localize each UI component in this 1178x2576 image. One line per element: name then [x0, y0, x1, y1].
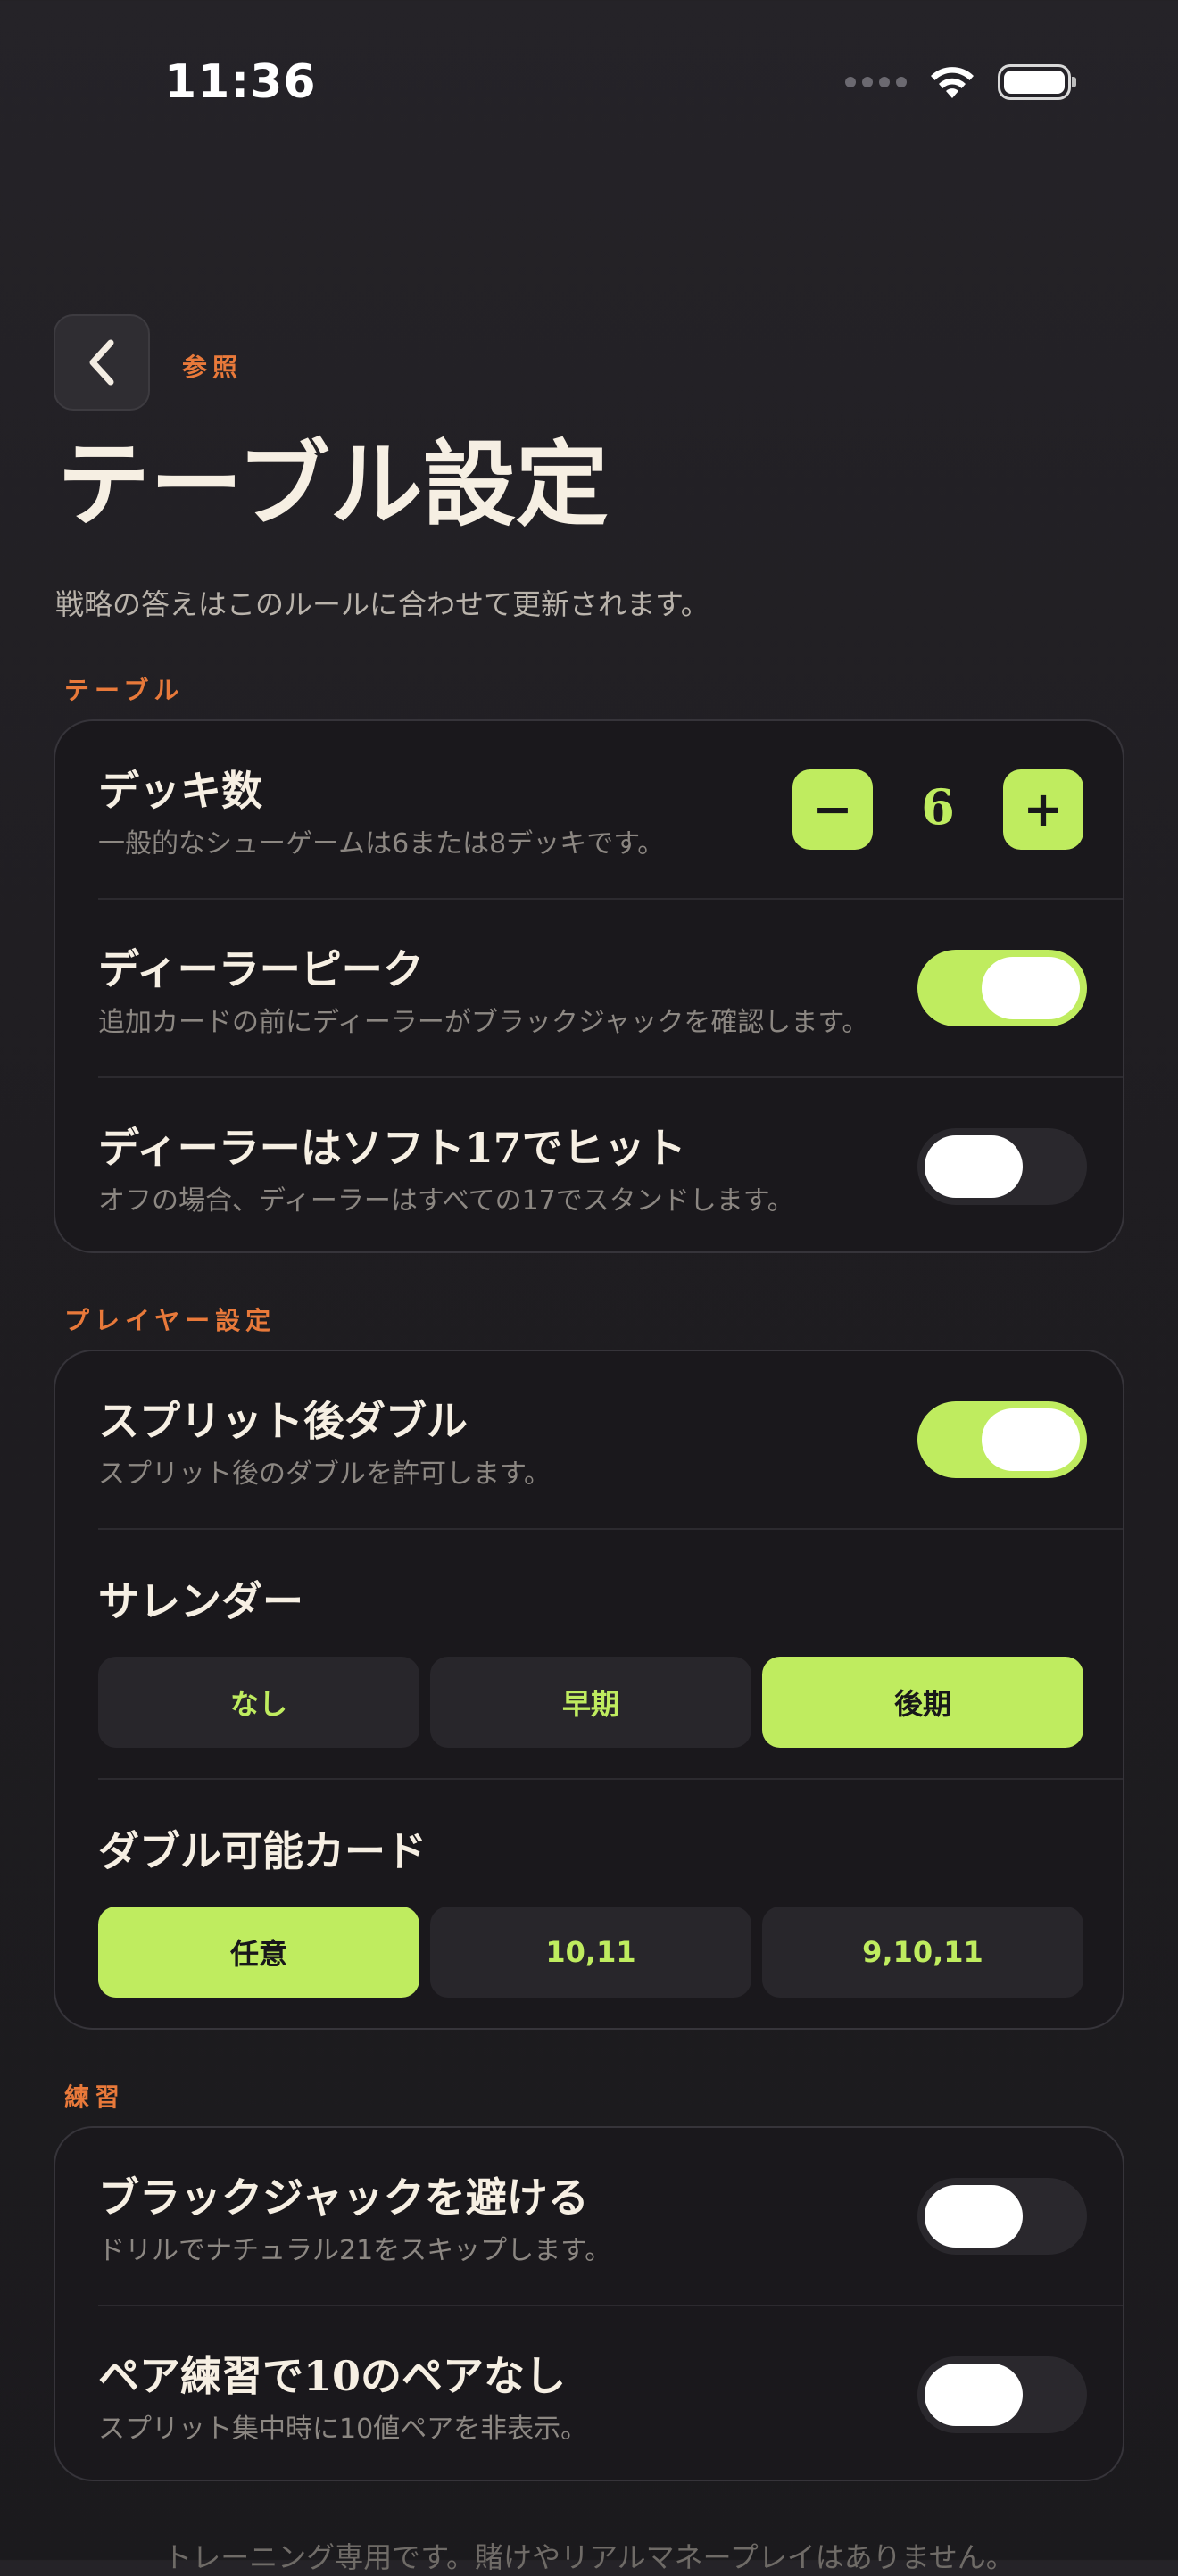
dealer-peek-title: ディーラーピーク: [98, 945, 424, 993]
surrender-option-early[interactable]: 早期: [430, 1657, 751, 1748]
back-label[interactable]: 参照: [182, 348, 243, 384]
footer-note: トレーニング専用です。賭けやリアルマネープレイはありません。: [163, 2540, 1015, 2574]
avoid-blackjack-description: ドリルでナチュラル21をスキップします。: [98, 2235, 612, 2266]
battery-icon: [998, 64, 1076, 100]
double-after-split-title: スプリット後ダブル: [98, 1397, 468, 1445]
avoid-blackjack-toggle[interactable]: [917, 2178, 1087, 2255]
double-cards-option-9-10-11[interactable]: 9,10,11: [762, 1907, 1083, 1998]
avoid-blackjack-title: ブラックジャックを避ける: [98, 2173, 589, 2222]
no-ten-pairs-row: ペア練習で10のペアなし スプリット集中時に10値ペアを非表示。: [55, 2306, 1123, 2483]
double-cards-title: ダブル可能カード: [98, 1827, 427, 1875]
surrender-option-late[interactable]: 後期: [762, 1657, 1083, 1748]
no-ten-pairs-title: ペア練習で10のペアなし: [98, 2352, 567, 2400]
page-subtitle: 戦略の答えはこのルールに合わせて更新されます。: [55, 587, 709, 621]
player-settings-card: スプリット後ダブル スプリット後のダブルを許可します。 サレンダー なし 早期 …: [54, 1350, 1124, 2030]
toggle-knob: [925, 2185, 1023, 2248]
dealer-peek-row: ディーラーピーク 追加カードの前にディーラーがブラックジャックを確認します。: [55, 900, 1123, 1076]
double-cards-option-any[interactable]: 任意: [98, 1907, 419, 1998]
page-title: テーブル設定: [57, 429, 609, 539]
status-time: 11:36: [164, 55, 317, 109]
double-after-split-toggle[interactable]: [917, 1401, 1087, 1478]
double-cards-option-10-11[interactable]: 10,11: [430, 1907, 751, 1998]
no-ten-pairs-toggle[interactable]: [917, 2356, 1087, 2433]
table-settings-card: デッキ数 一般的なシューゲームは6または8デッキです。 − 6 + ディーラーピ…: [54, 719, 1124, 1253]
surrender-option-none[interactable]: なし: [98, 1657, 419, 1748]
section-header-table: テーブル: [64, 676, 185, 705]
deck-count-title: デッキ数: [98, 767, 262, 815]
double-after-split-description: スプリット後のダブルを許可します。: [98, 1458, 551, 1490]
toggle-knob: [982, 957, 1080, 1019]
no-ten-pairs-description: スプリット集中時に10値ペアを非表示。: [98, 2414, 588, 2445]
toggle-knob: [925, 2364, 1023, 2426]
deck-count-row: デッキ数 一般的なシューゲームは6または8デッキです。 − 6 +: [55, 721, 1123, 898]
hit-soft-17-description: オフの場合、ディーラーはすべての17でスタンドします。: [98, 1185, 794, 1217]
cellular-signal-icon: [845, 77, 907, 87]
back-button[interactable]: [54, 314, 150, 411]
hit-soft-17-title: ディーラーはソフト17でヒット: [98, 1124, 686, 1172]
wifi-icon: [931, 67, 974, 98]
deck-count-description: 一般的なシューゲームは6または8デッキです。: [98, 828, 665, 860]
chevron-left-icon: [89, 339, 114, 386]
practice-settings-card: ブラックジャックを避ける ドリルでナチュラル21をスキップします。 ペア練習で1…: [54, 2126, 1124, 2481]
deck-count-value: 6: [921, 778, 955, 835]
surrender-row: サレンダー なし 早期 後期: [55, 1530, 1123, 1778]
hit-soft-17-toggle[interactable]: [917, 1128, 1087, 1205]
deck-increment-button[interactable]: +: [1003, 769, 1083, 850]
dealer-peek-description: 追加カードの前にディーラーがブラックジャックを確認します。: [98, 1007, 869, 1038]
avoid-blackjack-row: ブラックジャックを避ける ドリルでナチュラル21をスキップします。: [55, 2128, 1123, 2305]
status-icons: [845, 62, 1076, 102]
surrender-title: サレンダー: [98, 1577, 303, 1625]
section-header-practice: 練習: [64, 2082, 126, 2112]
double-cards-row: ダブル可能カード 任意 10,11 9,10,11: [55, 1780, 1123, 2030]
toggle-knob: [982, 1408, 1080, 1471]
deck-decrement-button[interactable]: −: [792, 769, 873, 850]
hit-soft-17-row: ディーラーはソフト17でヒット オフの場合、ディーラーはすべての17でスタンドし…: [55, 1078, 1123, 1255]
double-after-split-row: スプリット後ダブル スプリット後のダブルを許可します。: [55, 1351, 1123, 1528]
toggle-knob: [925, 1135, 1023, 1198]
section-header-player: プレイヤー設定: [64, 1306, 277, 1335]
dealer-peek-toggle[interactable]: [917, 950, 1087, 1026]
